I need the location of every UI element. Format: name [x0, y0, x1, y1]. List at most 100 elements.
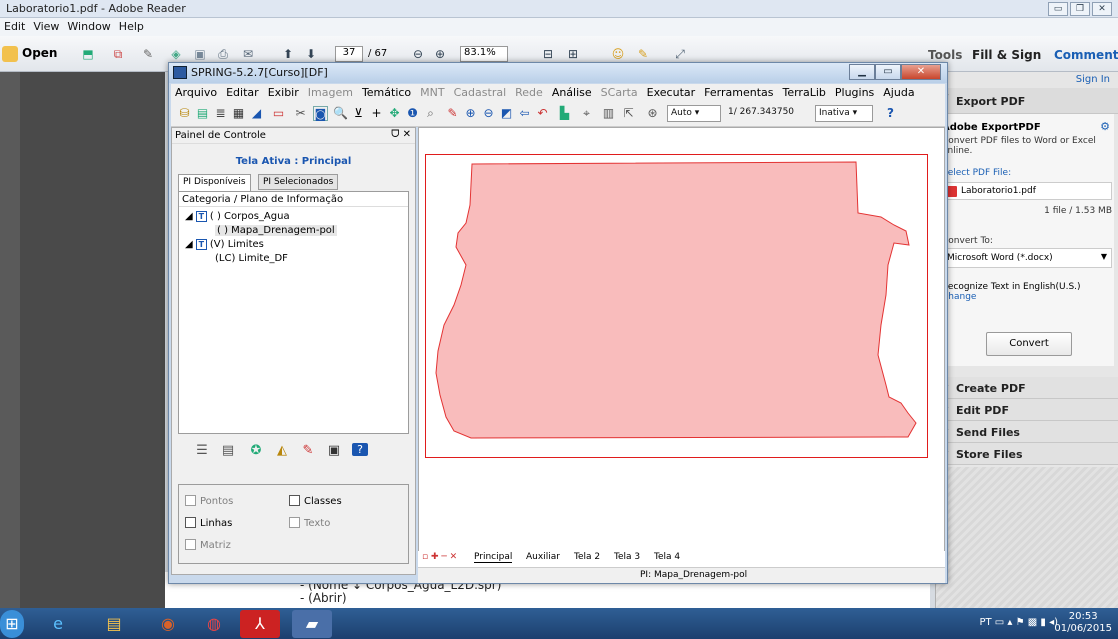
menu-item-edit[interactable]: Edit — [4, 20, 25, 34]
back-icon[interactable]: ⇦ — [517, 106, 532, 121]
menu-item-12[interactable]: TerraLib — [782, 86, 825, 99]
edit-pdf-header[interactable]: Edit PDF — [936, 399, 1118, 421]
tab-tela-2[interactable]: Tela 2 — [574, 552, 600, 562]
draw-screen-icon[interactable]: ◙ — [313, 106, 328, 121]
explorer-icon[interactable]: ▤ — [94, 610, 134, 638]
layers-icon[interactable]: ≣ — [213, 106, 228, 121]
menu-item-2[interactable]: Exibir — [268, 86, 299, 99]
spring-taskbar-icon[interactable]: ▰ — [292, 610, 332, 638]
tab-pi-disponiveis[interactable]: PI Disponíveis — [178, 174, 251, 191]
tools-button[interactable]: Tools — [928, 48, 962, 62]
settings-icon[interactable]: ⚙ — [1100, 120, 1110, 133]
print-icon[interactable]: ⎙ — [215, 46, 231, 62]
menu-item-11[interactable]: Ferramentas — [704, 86, 773, 99]
tab-auxiliar[interactable]: Auxiliar — [526, 552, 560, 562]
comment-icon[interactable]: ☺ — [610, 46, 626, 62]
measure-icon[interactable]: ⌖ — [579, 106, 594, 121]
zoom-in-icon[interactable]: ⊕ — [463, 106, 478, 121]
send-files-header[interactable]: Send Files — [936, 421, 1118, 443]
zoom-out-icon[interactable]: ⊖ — [410, 46, 426, 62]
restore-icon[interactable]: ❐ — [1070, 2, 1090, 16]
language-indicator[interactable]: PT — [979, 617, 991, 628]
properties-icon[interactable]: ▣ — [326, 443, 342, 458]
list-icon[interactable]: ☰ — [194, 443, 210, 458]
minimize-icon[interactable]: ▭ — [1048, 2, 1068, 16]
visual-icon[interactable]: ✪ — [248, 443, 264, 458]
start-icon[interactable]: ⊞ — [0, 610, 24, 638]
info-icon[interactable]: ❶ — [405, 106, 420, 121]
convert-button[interactable]: Convert — [986, 332, 1072, 356]
save-icon[interactable]: ▣ — [192, 46, 208, 62]
menu-item-4[interactable]: Temático — [362, 86, 411, 99]
chart-icon[interactable]: ◭ — [274, 443, 290, 458]
clock[interactable]: 20:53 01/06/2015 — [1054, 611, 1112, 635]
edit-icon[interactable]: ✎ — [140, 46, 156, 62]
table-icon[interactable]: ▤ — [220, 443, 236, 458]
expand-icon[interactable]: ⤢ — [672, 46, 688, 62]
tree-item-category[interactable]: ◢ T( ) Corpos_Agua — [185, 211, 290, 222]
menu-item-8[interactable]: Análise — [552, 86, 592, 99]
menu-item-window[interactable]: Window — [67, 20, 110, 34]
legend-icon[interactable]: ▙ — [557, 106, 572, 121]
pencil-icon[interactable]: ✎ — [445, 106, 460, 121]
help-icon[interactable]: ? — [883, 106, 898, 121]
tab-tela-3[interactable]: Tela 3 — [614, 552, 640, 562]
menu-item-14[interactable]: Ajuda — [883, 86, 914, 99]
cursor-icon[interactable]: + — [369, 106, 384, 121]
cut-icon[interactable]: ✂ — [293, 106, 308, 121]
help-icon[interactable]: ? — [352, 443, 368, 456]
check-classes[interactable]: Classes — [289, 495, 342, 507]
zoom-area-icon[interactable]: ◩ — [499, 106, 514, 121]
store-files-header[interactable]: Store Files — [936, 443, 1118, 465]
format-select[interactable]: Microsoft Word (*.docx) ▼ — [942, 248, 1112, 268]
zoom-out-icon[interactable]: ⊖ — [481, 106, 496, 121]
edit-icon[interactable]: ✎ — [300, 443, 316, 458]
grid-icon[interactable]: ▦ — [231, 106, 246, 121]
zoom-select[interactable]: 83.1% — [460, 46, 508, 62]
comment-button[interactable]: Comment — [1054, 48, 1118, 62]
database-icon[interactable]: ⛁ — [177, 106, 192, 121]
menu-item-help[interactable]: Help — [119, 20, 144, 34]
combine-icon[interactable]: ⧉ — [110, 46, 126, 62]
create-pdf-header[interactable]: Create PDF — [936, 377, 1118, 399]
menu-item-10[interactable]: Executar — [647, 86, 696, 99]
undo-icon[interactable]: ↶ — [535, 106, 550, 121]
export-pdf-header[interactable]: Export PDF — [936, 88, 1118, 114]
zoom-icon[interactable]: 🔍 — [333, 106, 348, 121]
menu-item-view[interactable]: View — [33, 20, 59, 34]
tab-principal[interactable]: Principal — [474, 552, 513, 563]
next-page-icon[interactable]: ⬇ — [303, 46, 319, 62]
project-icon[interactable]: ▤ — [195, 106, 210, 121]
file-list[interactable]: Laboratorio1.pdf — [942, 182, 1112, 200]
folder-icon[interactable] — [2, 46, 18, 62]
tree-item-pi[interactable]: ( ) Mapa_Drenagem-pol — [215, 225, 337, 236]
menu-item-0[interactable]: Arquivo — [175, 86, 217, 99]
acrobat-icon[interactable]: ⅄ — [240, 610, 280, 638]
scale-field[interactable]: 1/ 267.343750 — [725, 105, 813, 122]
mode-select[interactable]: Inativa ▾ — [815, 105, 873, 122]
create-icon[interactable]: ⬒ — [80, 46, 96, 62]
query-icon[interactable]: ⌕ — [423, 106, 438, 121]
page-number-input[interactable]: 37 — [335, 46, 363, 62]
fill-sign-button[interactable]: Fill & Sign — [972, 48, 1041, 62]
email-icon[interactable]: ✉ — [240, 46, 256, 62]
close-icon[interactable]: ✕ — [901, 64, 941, 80]
auto-select[interactable]: Auto ▾ — [667, 105, 721, 122]
link-icon[interactable]: ⊛ — [645, 106, 660, 121]
highlight-icon[interactable]: ✎ — [635, 46, 651, 62]
draw-icon[interactable]: ◢ — [249, 106, 264, 121]
sign-in-link[interactable]: Sign In — [1076, 74, 1110, 85]
pan-icon[interactable]: ✥ — [387, 106, 402, 121]
drenagem-polygon[interactable] — [435, 161, 917, 439]
tab-nav-icon[interactable]: ▫ ✚ ─ ✕ — [422, 552, 457, 562]
share-icon[interactable]: ◈ — [168, 46, 184, 62]
menu-item-1[interactable]: Editar — [226, 86, 259, 99]
maximize-icon[interactable]: ▭ — [875, 64, 901, 80]
tab-tela-4[interactable]: Tela 4 — [654, 552, 680, 562]
outlook-icon[interactable]: ◉ — [148, 610, 188, 638]
open-button[interactable]: Open — [22, 46, 57, 60]
window-icon[interactable]: ▭ — [271, 106, 286, 121]
info-tool-icon[interactable]: ⊻ — [351, 106, 366, 121]
tree-item-category[interactable]: ◢ T (V) Limites — [185, 239, 264, 250]
close-icon[interactable]: ᗜ ✕ — [391, 129, 411, 140]
